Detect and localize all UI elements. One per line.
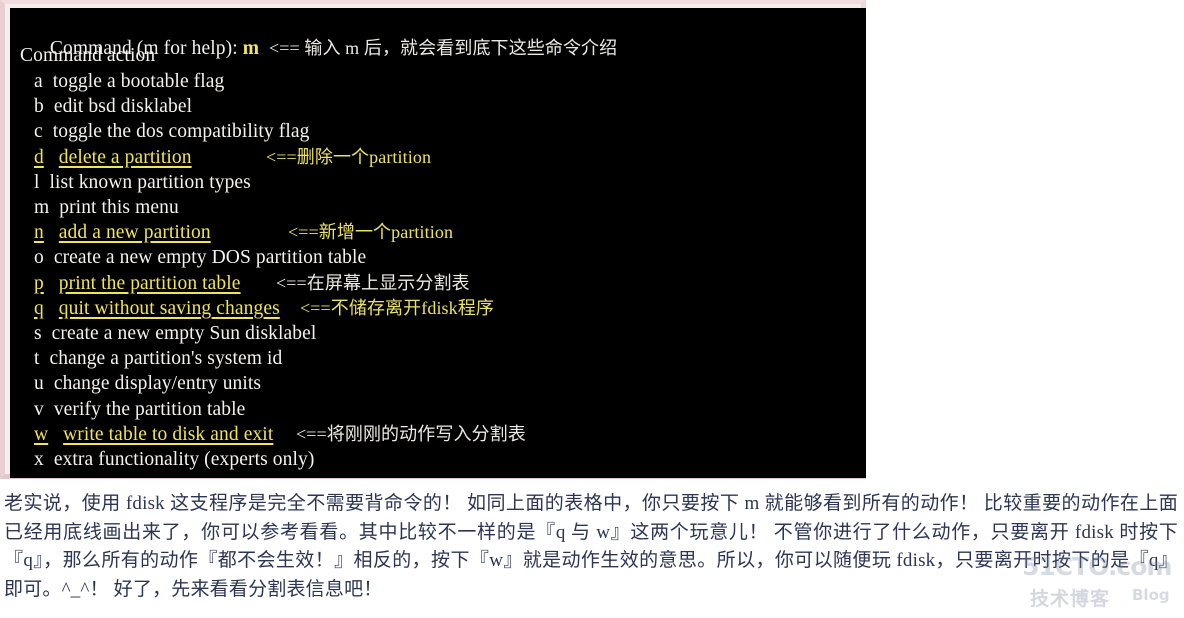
- command-option-v: v verify the partition table: [34, 398, 246, 420]
- option-key-gap: [44, 450, 54, 469]
- option-key-gap: [44, 148, 59, 167]
- highlighted-option-d: d delete a partition: [34, 147, 192, 168]
- option-annotation-n: <==新增一个partition: [288, 222, 454, 243]
- option-label-s: create a new empty Sun disklabel: [51, 323, 317, 344]
- option-key-u: u: [34, 373, 44, 395]
- option-key-gap: [43, 122, 53, 141]
- option-key-gap: [44, 97, 54, 116]
- command-option-a: a toggle a bootable flag: [34, 71, 225, 92]
- option-key-gap: [44, 374, 54, 393]
- menu-heading: Command action: [20, 45, 156, 66]
- option-label-a: toggle a bootable flag: [52, 71, 225, 92]
- option-key-c: c: [34, 121, 43, 143]
- option-key-n: n: [34, 222, 44, 244]
- highlighted-option-n: n add a new partition: [34, 222, 211, 243]
- option-key-b: b: [34, 96, 44, 118]
- option-key-o: o: [34, 247, 44, 269]
- option-key-gap: [49, 198, 59, 217]
- option-key-s: s: [34, 323, 42, 344]
- option-label-u: change display/entry units: [53, 373, 262, 395]
- command-option-u: u change display/entry units: [34, 373, 262, 395]
- highlighted-option-w: w write table to disk and exit: [34, 424, 273, 445]
- option-label-q: quit without saving changes: [58, 297, 280, 319]
- prompt-annotation: <== 输入 m 后，就会看到底下这些命令介绍: [269, 38, 618, 58]
- option-key-gap: [48, 425, 63, 444]
- option-key-m: m: [34, 197, 50, 218]
- option-key-gap: [43, 72, 53, 91]
- terminal-screen: Command (m for help): m <== 输入 m 后，就会看到底…: [10, 8, 866, 478]
- option-label-d: delete a partition: [58, 146, 192, 168]
- option-annotation-w: <==将刚刚的动作写入分割表: [296, 423, 526, 444]
- option-label-b: edit bsd disklabel: [53, 96, 193, 118]
- option-key-d: d: [34, 146, 44, 168]
- option-label-p: print the partition table: [58, 272, 241, 294]
- command-option-p: p print the partition table <==在屏幕上显示分割表: [34, 273, 470, 294]
- command-option-o: o create a new empty DOS partition table: [34, 247, 367, 269]
- option-key-x: x: [34, 449, 44, 470]
- option-label-m: print this menu: [59, 197, 179, 218]
- command-option-b: b edit bsd disklabel: [34, 96, 193, 118]
- option-key-p: p: [34, 272, 44, 294]
- option-label-c: toggle the dos compatibility flag: [52, 121, 310, 143]
- option-key-gap: [44, 274, 59, 293]
- command-option-n: n add a new partition <==新增一个partition: [34, 222, 453, 243]
- option-key-v: v: [34, 398, 44, 420]
- explanatory-prose: 老实说，使用 fdisk 这支程序是完全不需要背命令的！ 如同上面的表格中，你只…: [0, 490, 1184, 604]
- option-key-a: a: [34, 71, 43, 92]
- option-key-gap: [44, 400, 54, 419]
- terminal-window: Command (m for help): m <== 输入 m 后，就会看到底…: [0, 0, 866, 479]
- option-label-o: create a new empty DOS partition table: [53, 247, 367, 269]
- option-label-w: write table to disk and exit: [63, 423, 274, 445]
- highlighted-option-q: q quit without saving changes: [34, 298, 280, 319]
- option-key-gap: [40, 173, 50, 192]
- highlighted-option-p: p print the partition table: [34, 273, 241, 294]
- option-label-n: add a new partition: [58, 222, 211, 244]
- command-option-d: d delete a partition <==删除一个partition: [34, 147, 431, 168]
- option-annotation-q: <==不储存离开fdisk程序: [300, 297, 494, 318]
- command-option-t: t change a partition's system id: [34, 348, 283, 370]
- option-key-gap: [40, 349, 50, 368]
- option-annotation-d: <==删除一个partition: [266, 146, 432, 167]
- option-label-v: verify the partition table: [53, 398, 246, 420]
- option-annotation-p: <==在屏幕上显示分割表: [276, 272, 470, 293]
- typed-command-key: m: [242, 38, 260, 59]
- option-key-w: w: [34, 423, 49, 445]
- option-key-gap: [44, 223, 59, 242]
- command-option-x: x extra functionality (experts only): [34, 449, 315, 470]
- option-label-l: list known partition types: [49, 171, 251, 193]
- option-label-x: extra functionality (experts only): [53, 449, 315, 470]
- command-option-l: l list known partition types: [34, 171, 251, 193]
- option-key-gap: [44, 299, 59, 318]
- command-option-w: w write table to disk and exit <==将刚刚的动作写…: [34, 424, 526, 445]
- command-option-c: c toggle the dos compatibility flag: [34, 121, 310, 143]
- option-key-gap: [44, 248, 54, 267]
- command-option-s: s create a new empty Sun disklabel: [34, 323, 317, 344]
- option-key-gap: [42, 324, 52, 343]
- prose-paragraph: 老实说，使用 fdisk 这支程序是完全不需要背命令的！ 如同上面的表格中，你只…: [4, 493, 1178, 600]
- command-option-m: m print this menu: [34, 197, 179, 218]
- command-option-q: q quit without saving changes <==不储存离开fdi…: [34, 298, 494, 319]
- option-label-t: change a partition's system id: [49, 348, 283, 370]
- option-key-q: q: [34, 297, 44, 319]
